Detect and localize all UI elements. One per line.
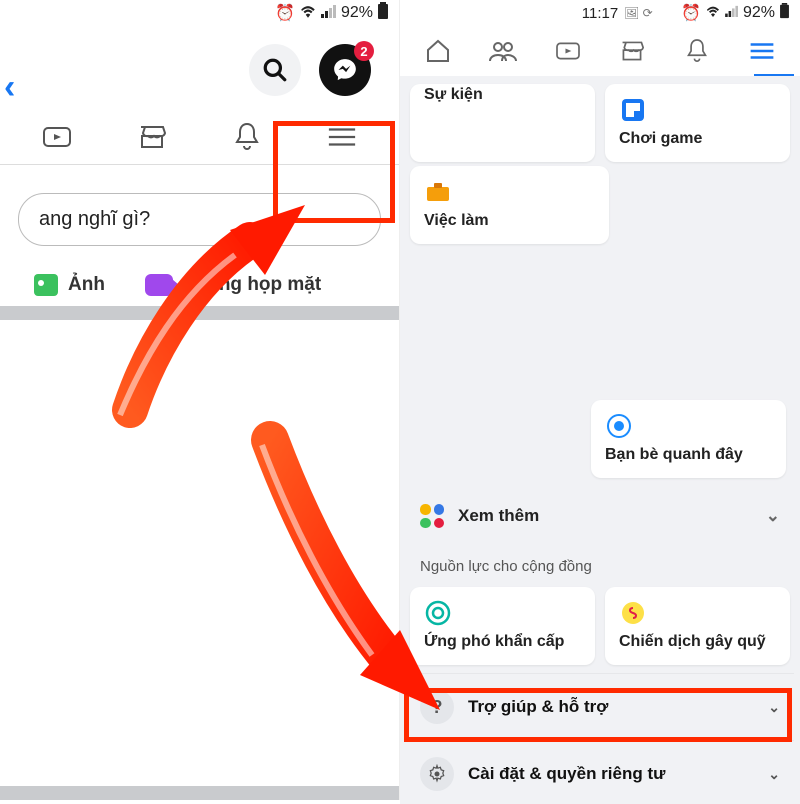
right-nav-tabs (400, 26, 800, 76)
messenger-badge: 2 (354, 41, 374, 61)
chevron-down-icon: ⌄ (768, 766, 780, 783)
card-row-top: Sự kiện Chơi game (410, 84, 790, 162)
marketplace-tab[interactable] (137, 122, 167, 152)
marketplace-tab[interactable] (617, 36, 647, 66)
room-label: Phòng họp mặt (183, 275, 321, 296)
jobs-card[interactable]: Việc làm (410, 166, 609, 244)
briefcase-icon (424, 178, 452, 206)
notifications-tab[interactable] (682, 36, 712, 66)
emergency-label: Ứng phó khẩn cấp (424, 633, 581, 651)
left-header-actions: 2 (0, 26, 399, 104)
right-screenshot: 11:17 🖼 ⟳ ⏰ 92% S (400, 0, 800, 800)
highlight-settings-row (404, 688, 792, 742)
notifications-tab[interactable] (232, 122, 262, 152)
status-time: 11:17 (582, 5, 618, 22)
home-tab[interactable] (423, 36, 453, 66)
messenger-icon (332, 57, 358, 83)
battery-icon (377, 2, 389, 25)
photo-icon (34, 274, 58, 296)
photo-label: Ảnh (68, 274, 105, 296)
search-icon (262, 57, 288, 83)
see-more-icon (420, 504, 444, 528)
menu-tab-active[interactable] (747, 36, 777, 66)
messenger-button[interactable]: 2 (319, 44, 371, 96)
watch-tab[interactable] (553, 36, 583, 66)
emergency-card[interactable]: Ứng phó khẩn cấp (410, 587, 595, 665)
community-resources-label: Nguồn lực cho cộng đồng (406, 546, 794, 579)
chevron-down-icon: ⌄ (766, 506, 780, 526)
wifi-icon (299, 4, 317, 23)
battery-icon (779, 3, 790, 24)
nearby-friends-card[interactable]: Bạn bè quanh đây (591, 400, 786, 478)
alarm-icon: ⏰ (681, 3, 701, 23)
watch-tab[interactable] (42, 122, 72, 152)
nearby-friends-row: Bạn bè quanh đây (410, 400, 790, 478)
fundraiser-icon (619, 599, 647, 627)
fundraiser-card[interactable]: Chiến dịch gây quỹ (605, 587, 790, 665)
photo-button[interactable]: Ảnh (34, 274, 105, 296)
gaming-icon (619, 96, 647, 124)
card-row-2: Việc làm (410, 166, 790, 244)
divider-strip (0, 306, 399, 320)
room-button[interactable]: Phòng họp mặt (145, 274, 385, 296)
settings-privacy-row[interactable]: Cài đặt & quyền riêng tư ⌄ (406, 740, 794, 804)
gaming-card[interactable]: Chơi game (605, 84, 790, 162)
status-bar-right: 11:17 🖼 ⟳ ⏰ 92% (400, 0, 800, 26)
gear-icon (420, 757, 454, 791)
left-screenshot: ⏰ 92% ‹ 2 (0, 0, 400, 800)
status-bar-left: ⏰ 92% (0, 0, 399, 26)
bottom-strip (0, 786, 399, 800)
community-cards: Ứng phó khẩn cấp Chiến dịch gây quỹ (410, 587, 790, 665)
friends-tab[interactable] (488, 36, 518, 66)
see-more-row[interactable]: Xem thêm ⌄ (406, 486, 794, 546)
signal-icon (321, 4, 337, 23)
fundraiser-label: Chiến dịch gây quỹ (619, 633, 776, 651)
battery-percent: 92% (341, 4, 373, 22)
signal-icon (725, 4, 739, 22)
back-chevron[interactable]: ‹ (4, 68, 15, 107)
settings-label: Cài đặt & quyền riêng tư (468, 764, 665, 784)
status-small-icons: 🖼 ⟳ (624, 6, 653, 20)
video-room-icon (145, 274, 173, 296)
alarm-icon: ⏰ (275, 3, 295, 23)
tutorial-container: ⏰ 92% ‹ 2 (0, 0, 800, 800)
emergency-icon (424, 599, 452, 627)
nearby-label: Bạn bè quanh đây (605, 446, 772, 464)
events-label: Sự kiện (424, 86, 581, 104)
composer-placeholder: ang nghĩ gì? (39, 208, 150, 230)
jobs-label: Việc làm (424, 212, 595, 230)
gaming-label: Chơi game (619, 130, 776, 148)
composer-attachments: Ảnh Phòng họp mặt (14, 274, 385, 296)
battery-percent: 92% (743, 4, 775, 22)
events-card[interactable]: Sự kiện (410, 84, 595, 162)
see-more-label: Xem thêm (458, 506, 539, 526)
wifi-icon (705, 4, 721, 22)
highlight-menu-button (273, 121, 395, 223)
nearby-icon (605, 412, 633, 440)
search-button[interactable] (249, 44, 301, 96)
